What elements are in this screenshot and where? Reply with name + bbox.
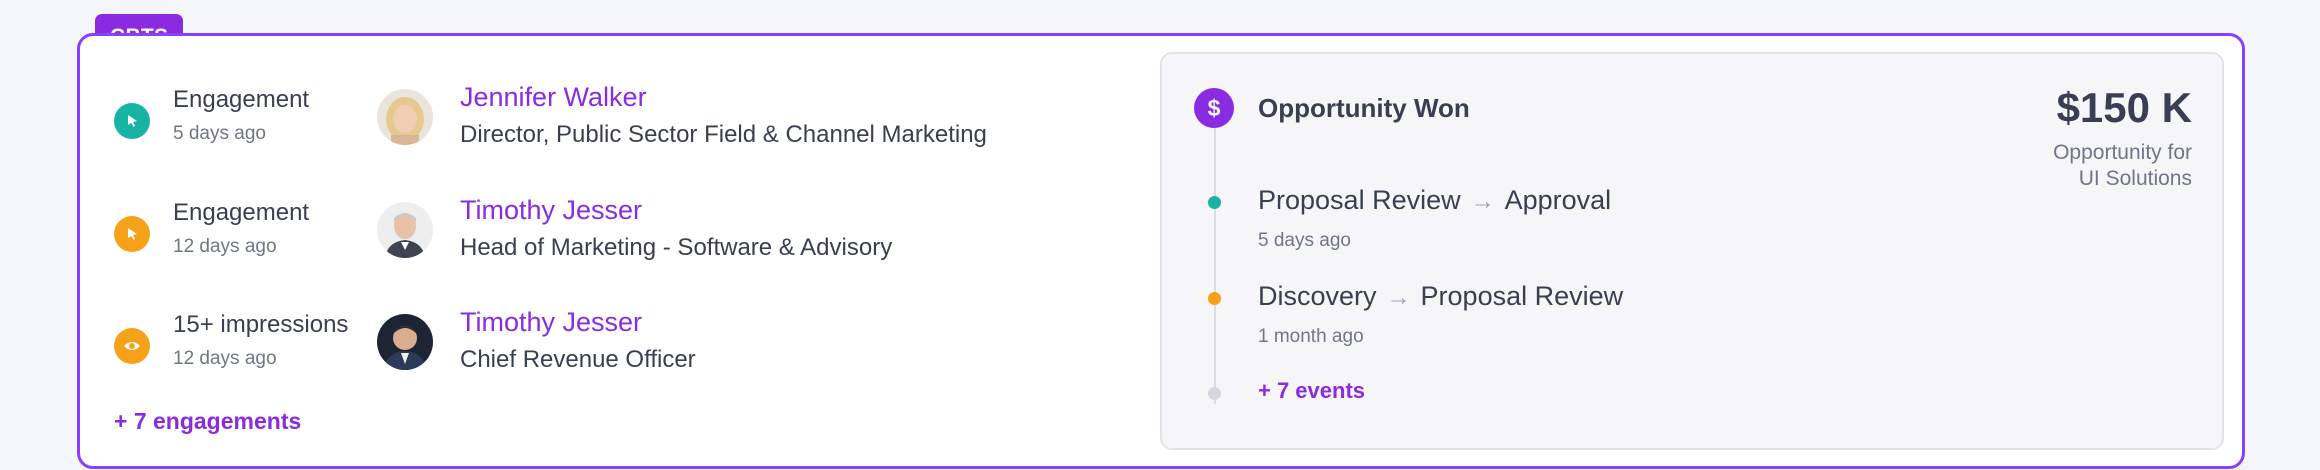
arrow-right-icon: → [1470,188,1495,215]
opportunity-amount: $150 K [2056,84,2192,131]
activity-time: 5 days ago [173,123,266,144]
activity-time: 12 days ago [173,348,277,369]
avatar[interactable] [377,202,433,258]
stage-time: 5 days ago [1258,230,1351,251]
stage-time: 1 month ago [1258,326,1364,347]
stage-to: Proposal Review [1420,281,1624,311]
arrow-right-icon: → [1386,284,1411,311]
account-activity-card: Engagement 5 days ago Jennifer Walker Di… [77,33,2245,469]
activity-type: Engagement [173,199,310,226]
avatar[interactable] [377,89,433,145]
activity-row: Engagement 12 days ago Timothy Jesser He… [80,195,1180,279]
cursor-click-icon [114,103,150,139]
activity-row: Engagement 5 days ago Jennifer Walker Di… [80,82,1180,166]
person-name-link[interactable]: Jennifer Walker [460,82,647,113]
activity-type: 15+ impressions [173,311,349,338]
stage-from: Discovery [1258,281,1377,311]
more-engagements-link[interactable]: + 7 engagements [114,408,301,435]
activity-type: Engagement [173,86,310,113]
opportunity-title: Opportunity Won [1258,93,1470,123]
person-name-link[interactable]: Timothy Jesser [460,307,642,338]
timeline-dot [1208,292,1221,305]
stage-to: Approval [1504,185,1612,215]
opportunity-label: Opportunity for UI Solutions [2053,140,2192,192]
opportunity-panel: $ Opportunity Won $150 K Opportunity for… [1160,52,2224,450]
opportunity-label-line: UI Solutions [2078,167,2192,190]
timeline-line [1214,114,1216,404]
eye-icon [114,328,150,364]
activity-row: 15+ impressions 12 days ago Timothy Jess… [80,307,1180,391]
person-name-link[interactable]: Timothy Jesser [460,195,642,226]
more-events-link[interactable]: + 7 events [1258,378,1365,404]
dollar-icon: $ [1194,88,1234,128]
activity-list: Engagement 5 days ago Jennifer Walker Di… [80,36,1180,466]
activity-time: 12 days ago [173,236,277,257]
avatar[interactable] [377,314,433,370]
stage-change: Discovery → Proposal Review [1258,281,1623,312]
cursor-click-icon [114,216,150,252]
stage-from: Proposal Review [1258,185,1461,215]
stage-change: Proposal Review → Approval [1258,185,1611,216]
opportunity-label-line: Opportunity for [2053,141,2192,164]
timeline-dot [1208,196,1221,209]
person-title: Head of Marketing - Software & Advisory [460,234,893,261]
person-title: Director, Public Sector Field & Channel … [460,121,987,148]
person-title: Chief Revenue Officer [460,346,696,373]
timeline-dot [1208,387,1221,400]
